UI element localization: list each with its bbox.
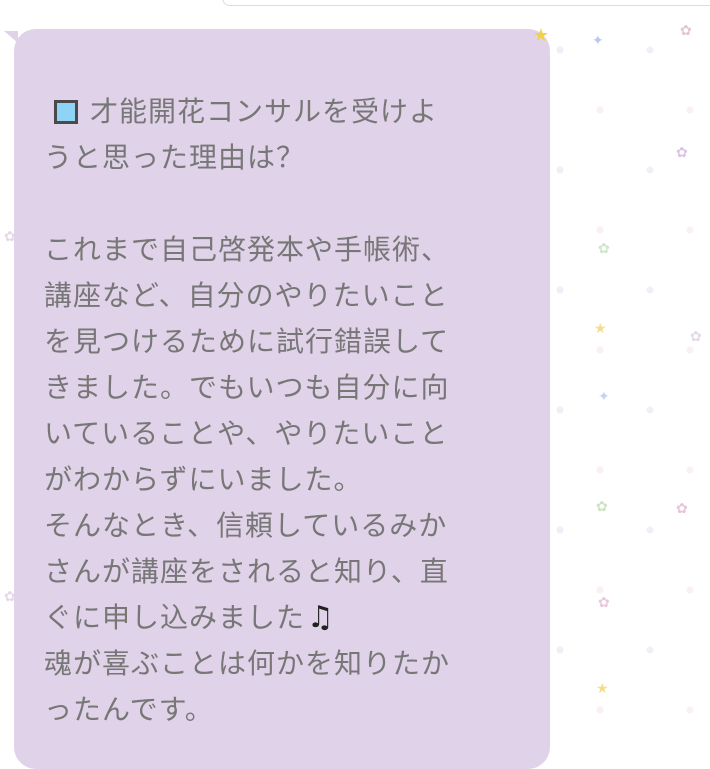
star-icon: ★: [532, 25, 550, 46]
message-line: を見つけるために試行錯誤して: [44, 325, 450, 358]
flower-icon: ✿: [598, 241, 610, 257]
sparkle-icon: ✦: [598, 389, 610, 405]
flower-icon: ✿: [598, 595, 610, 611]
flower-icon: ✿: [680, 23, 692, 39]
sparkle-icon: ✦: [592, 33, 604, 49]
flower-icon: ✿: [596, 499, 608, 515]
blue-square-icon: [54, 100, 78, 124]
message-line: 才能開花コンサルを受けよ: [44, 89, 524, 135]
message-line: 講座など、自分のやりたいこと: [44, 279, 449, 312]
message-line: これまで自己啓発本や手帳術、: [44, 233, 451, 266]
message-line: うと思った理由は？: [44, 141, 306, 174]
message-line: きました。でもいつも自分に向: [44, 371, 450, 404]
music-notes-icon: ♫: [307, 600, 335, 635]
message-line-text: ぐに申し込みました: [44, 601, 306, 634]
message-line: さんが講座をされると知り、直: [44, 555, 449, 588]
message-line: いていることや、やりたいこと: [44, 417, 449, 450]
message-text: 才能開花コンサルを受けよ うと思った理由は？ これまで自己啓発本や手帳術、 講座…: [44, 89, 524, 733]
previous-message-bubble-edge: [222, 0, 710, 6]
flower-icon: ✿: [676, 145, 688, 161]
message-line: がわからずにいました。: [44, 463, 363, 496]
message-line: ぐに申し込みました♫: [44, 595, 524, 641]
question-heading: 才能開花コンサルを受けよ: [90, 95, 439, 128]
flower-icon: ✿: [690, 329, 702, 345]
flower-icon: ✿: [676, 501, 688, 517]
message-line: そんなとき、信頼しているみか: [44, 509, 448, 542]
star-deco-icon: ★: [594, 321, 607, 337]
message-line: ったんです。: [44, 693, 214, 726]
star-deco-icon: ★: [596, 681, 609, 697]
message-line: 魂が喜ぶことは何かを知りたか: [44, 647, 451, 680]
